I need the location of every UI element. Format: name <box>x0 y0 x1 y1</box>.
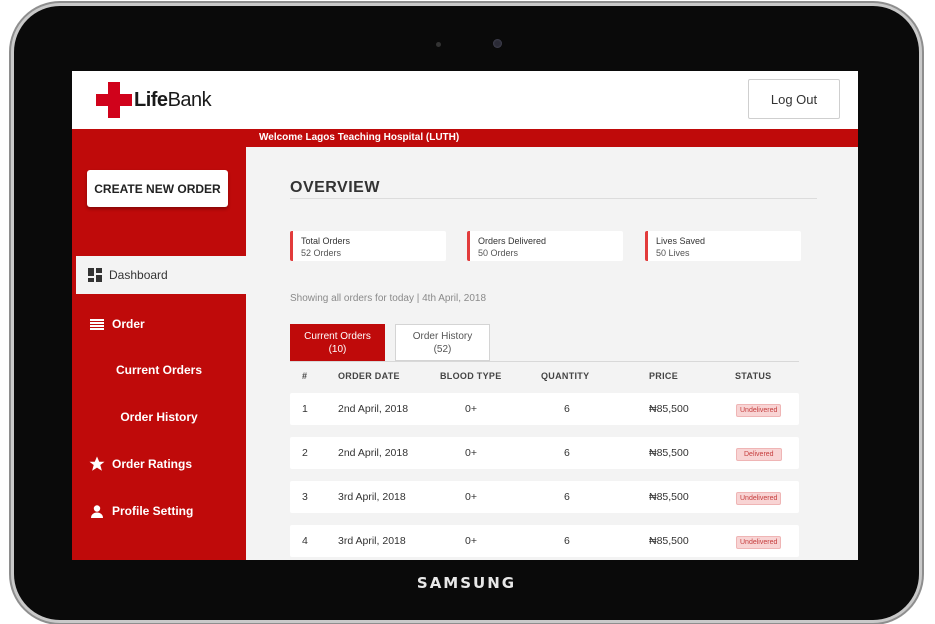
showing-orders-text: Showing all orders for today | 4th April… <box>290 293 487 304</box>
sidebar-item-label: Profile Setting <box>112 504 194 518</box>
welcome-text: Welcome Lagos Teaching Hospital (LUTH) <box>259 132 460 143</box>
sidebar-item-profile-setting[interactable]: Profile Setting <box>72 496 246 526</box>
column-header-number: # <box>302 371 308 381</box>
stat-card-lives-saved: Lives Saved 50 Lives <box>645 231 801 261</box>
status-badge: Undelivered <box>736 492 782 505</box>
cell-blood-type: 0+ <box>465 535 477 547</box>
red-cross-icon <box>96 82 132 118</box>
star-icon <box>88 455 106 473</box>
status-badge: Undelivered <box>736 404 782 417</box>
stat-label: Orders Delivered <box>478 236 547 246</box>
column-header-price: PRICE <box>649 371 679 381</box>
sidebar-item-dashboard[interactable]: Dashboard <box>76 256 246 294</box>
tab-order-history[interactable]: Order History (52) <box>395 324 490 361</box>
sidebar-item-label: Dashboard <box>109 268 168 282</box>
stat-card-total-orders: Total Orders 52 Orders <box>290 231 446 261</box>
stat-value: 52 Orders <box>301 248 342 258</box>
header: LifeBank Log Out <box>72 71 858 129</box>
sidebar-item-label: Order Ratings <box>112 457 193 471</box>
cell-price: ₦85,500 <box>649 491 689 503</box>
tab-count: (52) <box>433 343 452 355</box>
lifebank-logo[interactable]: LifeBank <box>96 82 212 118</box>
cell-order-date: 3rd April, 2018 <box>338 491 406 503</box>
cell-order-date: 3rd April, 2018 <box>338 535 406 547</box>
cell-order-date: 2nd April, 2018 <box>338 403 409 415</box>
table-row[interactable]: 4 3rd April, 2018 0+ 6 ₦85,500 Undeliver… <box>290 525 799 557</box>
device-brand: SAMSUNG <box>416 574 517 592</box>
main-content: OVERVIEW Total Orders 52 Orders Orders D… <box>246 147 858 560</box>
status-badge: Delivered <box>736 448 782 461</box>
camera-icon <box>493 39 502 48</box>
stat-card-orders-delivered: Orders Delivered 50 Orders <box>467 231 623 261</box>
cell-number: 1 <box>302 403 308 415</box>
tab-label: Current Orders <box>304 330 371 342</box>
column-header-blood-type: BLOOD TYPE <box>440 371 502 381</box>
column-header-quantity: QUANTITY <box>541 371 590 381</box>
cell-blood-type: 0+ <box>465 403 477 415</box>
column-header-status: STATUS <box>735 371 772 381</box>
cell-blood-type: 0+ <box>465 447 477 459</box>
sensor-icon <box>436 42 441 47</box>
page-title: OVERVIEW <box>290 179 380 196</box>
cell-price: ₦85,500 <box>649 403 689 415</box>
divider <box>290 198 817 199</box>
sidebar-item-current-orders[interactable]: Current Orders <box>72 363 246 377</box>
sidebar-item-order-history[interactable]: Order History <box>72 410 246 424</box>
column-header-order-date: ORDER DATE <box>338 371 400 381</box>
tab-current-orders[interactable]: Current Orders (10) <box>290 324 385 361</box>
sidebar-item-order-ratings[interactable]: Order Ratings <box>72 449 246 479</box>
tab-label: Order History <box>412 330 473 342</box>
cell-price: ₦85,500 <box>649 535 689 547</box>
cell-number: 3 <box>302 491 308 503</box>
stat-value: 50 Lives <box>656 248 690 258</box>
user-icon <box>88 504 106 518</box>
cell-quantity: 6 <box>564 447 570 459</box>
cell-quantity: 6 <box>564 491 570 503</box>
create-new-order-button[interactable]: CREATE NEW ORDER <box>87 170 228 207</box>
table-divider <box>290 361 799 362</box>
sidebar-item-label: Order <box>112 317 145 331</box>
cell-number: 4 <box>302 535 308 547</box>
status-badge: Undelivered <box>736 536 782 549</box>
dashboard-icon <box>88 268 102 282</box>
tab-count: (10) <box>328 343 347 355</box>
table-row[interactable]: 2 2nd April, 2018 0+ 6 ₦85,500 Delivered <box>290 437 799 469</box>
cell-blood-type: 0+ <box>465 491 477 503</box>
app-screen: LifeBank Log Out Welcome Lagos Teaching … <box>72 71 858 560</box>
stat-value: 50 Orders <box>478 248 519 258</box>
cell-price: ₦85,500 <box>649 447 689 459</box>
sidebar-item-order[interactable]: Order <box>72 309 246 339</box>
stat-label: Total Orders <box>301 236 351 246</box>
cell-quantity: 6 <box>564 535 570 547</box>
cell-quantity: 6 <box>564 403 570 415</box>
table-row[interactable]: 1 2nd April, 2018 0+ 6 ₦85,500 Undeliver… <box>290 393 799 425</box>
cell-order-date: 2nd April, 2018 <box>338 447 409 459</box>
list-icon <box>88 318 106 330</box>
logo-text: LifeBank <box>134 88 212 111</box>
table-row[interactable]: 3 3rd April, 2018 0+ 6 ₦85,500 Undeliver… <box>290 481 799 513</box>
cell-number: 2 <box>302 447 308 459</box>
logout-button[interactable]: Log Out <box>748 79 840 119</box>
welcome-bar: Welcome Lagos Teaching Hospital (LUTH) <box>72 129 858 147</box>
sidebar: CREATE NEW ORDER Dashboard Order Current… <box>72 147 246 560</box>
stat-label: Lives Saved <box>656 236 706 246</box>
